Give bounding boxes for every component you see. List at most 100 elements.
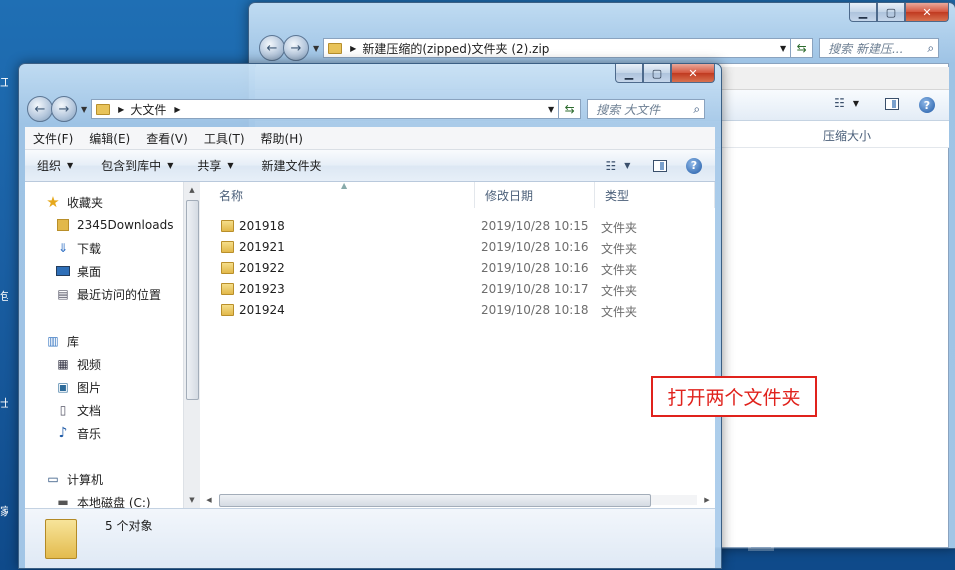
column-type[interactable]: 类型 [595, 182, 715, 208]
view-options-button[interactable]: ☷ ▼ [603, 154, 633, 178]
recent-pages-dropdown[interactable]: ▼ [313, 44, 319, 53]
address-path: 大文件 [130, 102, 167, 117]
organize-label: 组织 [37, 159, 62, 173]
refresh-button[interactable]: ⇆ [559, 99, 582, 119]
desktop-icon-stub[interactable]: 工 [0, 74, 8, 88]
preview-pane-icon[interactable] [885, 98, 899, 110]
scroll-up-icon[interactable]: ▲ [184, 182, 200, 198]
recent-pages-dropdown[interactable]: ▼ [81, 105, 87, 114]
nav-favorites[interactable]: ★ 收藏夹 [45, 192, 103, 212]
nav-label: 视频 [77, 357, 102, 372]
scrollbar-thumb[interactable] [186, 200, 199, 400]
picture-icon: ▣ [57, 380, 69, 394]
nav-music[interactable]: ♪ 音乐 [55, 423, 101, 443]
minimize-button[interactable]: ▁ [615, 64, 643, 83]
address-dropdown-icon[interactable]: ▼ [780, 44, 786, 53]
column-name[interactable]: 名称 [209, 182, 475, 208]
menu-edit[interactable]: 编辑(E) [81, 130, 138, 147]
computer-icon: ▭ [47, 472, 59, 486]
column-compressed-size[interactable]: 压缩大小 [823, 127, 871, 144]
scroll-left-icon[interactable]: ◀ [201, 492, 217, 508]
search-input[interactable]: 搜索 新建压... ⌕ [819, 38, 940, 58]
address-dropdown-icon[interactable]: ▼ [548, 105, 554, 114]
view-options-icon[interactable]: ☷ [834, 96, 845, 110]
file-date: 2019/10/28 10:16 [481, 261, 589, 275]
download-folder-icon: ⇓ [57, 241, 69, 255]
details-pane: 5 个对象 [25, 508, 715, 568]
search-icon[interactable]: ⌕ [693, 102, 700, 117]
nav-2345downloads[interactable]: 2345Downloads [55, 215, 173, 235]
scroll-down-icon[interactable]: ▼ [184, 492, 200, 508]
maximize-button[interactable]: ▢ [643, 64, 671, 83]
nav-recent-places[interactable]: ▤ 最近访问的位置 [55, 284, 161, 304]
back-button[interactable]: ← [259, 35, 285, 61]
desktop-icon-stub[interactable]: 包 [0, 288, 8, 302]
nav-documents[interactable]: ▯ 文档 [55, 400, 101, 420]
zip-folder-icon [328, 42, 343, 54]
address-bar[interactable]: ▶ 新建压缩的(zipped)文件夹 (2).zip ▼ [323, 38, 792, 58]
help-button[interactable]: ? [679, 154, 709, 178]
folder-icon [55, 218, 71, 232]
nav-local-disk-c[interactable]: ▬ 本地磁盘 (C:) [55, 492, 151, 509]
address-bar[interactable]: ▶ 大文件 ▶ ▼ [91, 99, 560, 119]
file-row[interactable]: 201921 2019/10/28 10:16 文件夹 [201, 237, 715, 258]
nav-label: 最近访问的位置 [77, 287, 162, 302]
search-icon[interactable]: ⌕ [927, 41, 934, 56]
menu-bar: 文件(F) 编辑(E) 查看(V) 工具(T) 帮助(H) [25, 127, 715, 150]
file-row[interactable]: 201922 2019/10/28 10:16 文件夹 [201, 258, 715, 279]
desktop-icon [55, 264, 71, 278]
nav-label: 本地磁盘 (C:) [77, 495, 151, 509]
nav-libraries[interactable]: ▥ 库 [45, 331, 79, 351]
menu-file[interactable]: 文件(F) [25, 130, 81, 147]
scrollbar-thumb[interactable] [219, 494, 651, 507]
nav-downloads[interactable]: ⇓ 下载 [55, 238, 101, 258]
new-folder-label: 新建文件夹 [261, 159, 322, 173]
preview-pane-button[interactable] [645, 154, 675, 178]
file-row[interactable]: 201918 2019/10/28 10:15 文件夹 [201, 216, 715, 237]
include-in-library-button[interactable]: 包含到库中 ▼ [83, 157, 183, 174]
folder-icon [221, 220, 234, 232]
folder-icon [221, 283, 234, 295]
new-folder-button[interactable]: 新建文件夹 [244, 157, 332, 174]
close-button[interactable]: ✕ [671, 64, 715, 83]
nav-label: 桌面 [77, 264, 102, 279]
watermark-logo: 小 [748, 512, 948, 556]
file-type: 文件夹 [601, 242, 638, 256]
back-button[interactable]: ← [27, 96, 53, 122]
forward-button[interactable]: → [51, 96, 77, 122]
forward-button[interactable]: → [283, 35, 309, 61]
file-date: 2019/10/28 10:16 [481, 240, 589, 254]
nav-label: 收藏夹 [67, 195, 104, 210]
navigation-scrollbar[interactable]: ▲ ▼ [183, 182, 200, 508]
file-row[interactable]: 201923 2019/10/28 10:17 文件夹 [201, 279, 715, 300]
nav-videos[interactable]: ▦ 视频 [55, 354, 101, 374]
breadcrumb-arrow-icon[interactable]: ▶ [174, 105, 180, 114]
nav-pictures[interactable]: ▣ 图片 [55, 377, 101, 397]
library-icon: ▥ [47, 334, 59, 348]
view-options-icon: ☷ [605, 158, 617, 173]
file-row[interactable]: 201924 2019/10/28 10:18 文件夹 [201, 300, 715, 321]
horizontal-scrollbar[interactable]: ◀ ▶ [201, 492, 715, 508]
view-options-dropdown-icon[interactable]: ▼ [853, 99, 859, 108]
column-date-modified[interactable]: 修改日期 [475, 182, 595, 208]
close-button[interactable]: ✕ [905, 3, 949, 22]
desktop-icon-stub[interactable]: 士 [0, 395, 8, 409]
menu-view[interactable]: 查看(V) [138, 130, 196, 147]
refresh-button[interactable]: ⇆ [791, 38, 814, 58]
menu-help[interactable]: 帮助(H) [253, 130, 311, 147]
minimize-button[interactable]: ▁ [849, 3, 877, 22]
menu-tools[interactable]: 工具(T) [196, 130, 253, 147]
scroll-right-icon[interactable]: ▶ [699, 492, 715, 508]
maximize-button[interactable]: ▢ [877, 3, 905, 22]
nav-desktop[interactable]: 桌面 [55, 261, 101, 281]
desktop-icon-stub[interactable]: 家 [0, 503, 8, 517]
nav-computer[interactable]: ▭ 计算机 [45, 469, 103, 489]
document-icon: ▯ [59, 403, 67, 417]
file-type: 文件夹 [601, 305, 638, 319]
search-input[interactable]: 搜索 大文件 ⌕ [587, 99, 706, 119]
share-button[interactable]: 共享 ▼ [183, 157, 243, 174]
preview-pane-icon [653, 159, 667, 172]
help-icon[interactable]: ? [919, 97, 935, 113]
organize-button[interactable]: 组织 ▼ [25, 157, 83, 174]
include-in-library-label: 包含到库中 [101, 159, 162, 173]
